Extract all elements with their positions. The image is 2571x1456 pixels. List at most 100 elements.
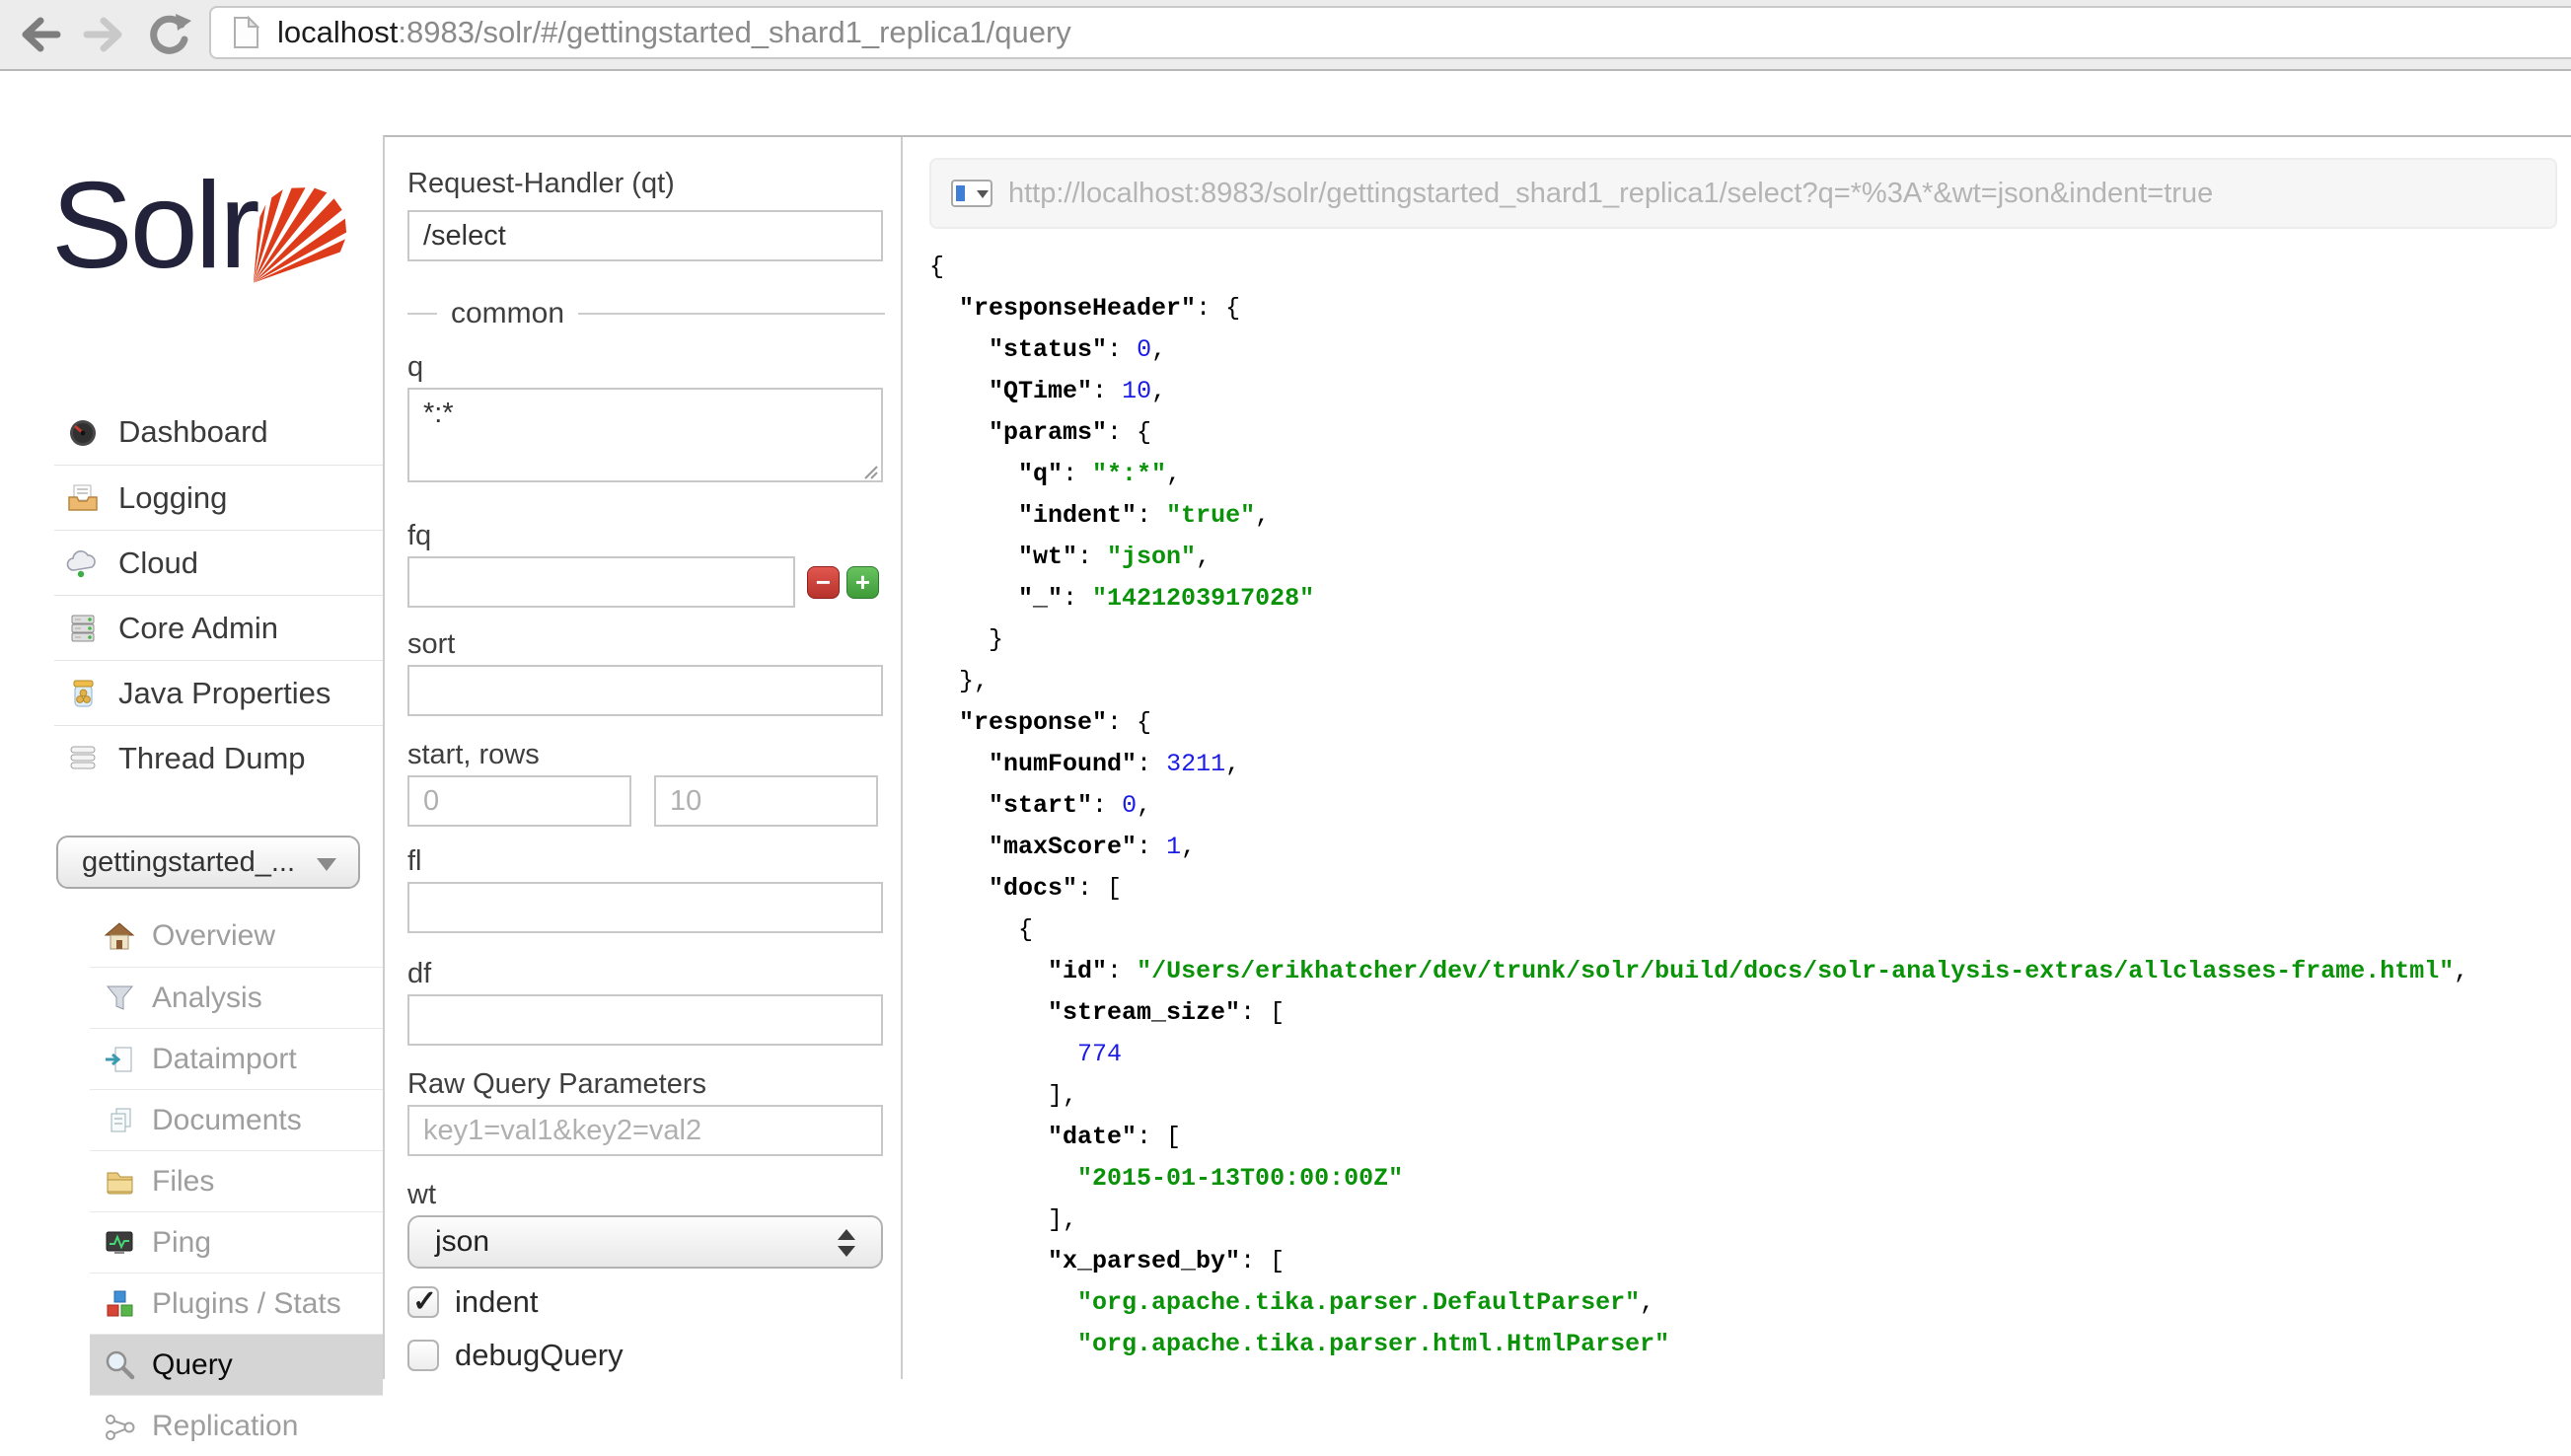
resize-grip-icon[interactable] bbox=[862, 464, 878, 479]
forward-icon[interactable] bbox=[81, 14, 128, 55]
sidebar-item-label: Dashboard bbox=[118, 414, 268, 450]
query-icon bbox=[104, 1349, 135, 1381]
debugquery-label: debugQuery bbox=[455, 1338, 624, 1373]
wt-label: wt bbox=[407, 1178, 885, 1211]
documents-icon bbox=[104, 1105, 135, 1136]
core-item-documents[interactable]: Documents bbox=[90, 1089, 383, 1150]
java-properties-icon bbox=[66, 677, 100, 710]
core-item-ping[interactable]: Ping bbox=[90, 1211, 383, 1273]
core-item-plugins-stats[interactable]: Plugins / Stats bbox=[90, 1273, 383, 1334]
sidebar-item-label: Core Admin bbox=[118, 611, 278, 646]
request-url-box: http://localhost:8983/solr/gettingstarte… bbox=[929, 158, 2557, 229]
sidebar-item-label: Cloud bbox=[118, 546, 198, 581]
core-item-files[interactable]: Files bbox=[90, 1150, 383, 1211]
refresh-icon[interactable] bbox=[144, 12, 193, 59]
page-icon bbox=[233, 16, 259, 49]
sidebar-item-label: Java Properties bbox=[118, 676, 331, 711]
solr-sunburst-icon bbox=[235, 187, 351, 292]
ping-icon bbox=[104, 1227, 135, 1259]
core-item-label: Analysis bbox=[152, 982, 262, 1015]
core-item-overview[interactable]: Overview bbox=[90, 906, 383, 967]
df-input[interactable] bbox=[407, 994, 883, 1046]
fq-input[interactable] bbox=[407, 556, 795, 608]
dashboard-icon bbox=[66, 415, 100, 449]
debug-row: debugQuery bbox=[407, 1338, 885, 1373]
sidebar-item-java-properties[interactable]: Java Properties bbox=[54, 660, 383, 725]
sidebar-item-cloud[interactable]: Cloud bbox=[54, 530, 383, 595]
back-icon[interactable] bbox=[16, 14, 63, 55]
query-form: Request-Handler (qt) common q *:* fq − +… bbox=[385, 137, 903, 1379]
core-item-label: Documents bbox=[152, 1104, 302, 1137]
wt-select-value: json bbox=[435, 1225, 489, 1259]
indent-row: indent bbox=[407, 1284, 885, 1320]
remove-fq-button[interactable]: − bbox=[807, 566, 840, 599]
wt-select[interactable]: json bbox=[407, 1215, 883, 1269]
request-url-link[interactable]: http://localhost:8983/solr/gettingstarte… bbox=[1008, 178, 2213, 210]
df-label: df bbox=[407, 957, 885, 990]
core-item-label: Ping bbox=[152, 1226, 211, 1260]
results-panel: http://localhost:8983/solr/gettingstarte… bbox=[903, 137, 2571, 1379]
analysis-icon bbox=[104, 983, 135, 1014]
core-selector-value: gettingstarted_... bbox=[82, 846, 295, 879]
fq-label: fq bbox=[407, 519, 885, 552]
logging-icon bbox=[66, 481, 100, 515]
common-section-label: common bbox=[451, 297, 564, 330]
cloud-icon bbox=[66, 546, 100, 580]
core-item-query[interactable]: Query bbox=[90, 1334, 383, 1395]
address-bar[interactable]: localhost:8983/solr/#/gettingstarted_sha… bbox=[209, 6, 2571, 59]
core-item-label: Overview bbox=[152, 919, 275, 953]
overview-icon bbox=[104, 920, 135, 952]
sidebar: Solr Dashboard Logging Cloud bbox=[0, 71, 383, 1379]
core-item-label: Plugins / Stats bbox=[152, 1287, 341, 1321]
plugins-stats-icon bbox=[104, 1288, 135, 1320]
q-label: q bbox=[407, 350, 885, 384]
files-icon bbox=[104, 1166, 135, 1198]
rows-input[interactable] bbox=[654, 775, 878, 827]
core-item-label: Query bbox=[152, 1348, 233, 1382]
sidebar-item-label: Logging bbox=[118, 480, 227, 516]
indent-label: indent bbox=[455, 1284, 538, 1320]
url-field-icon bbox=[951, 179, 992, 208]
core-item-analysis[interactable]: Analysis bbox=[90, 967, 383, 1028]
start-input[interactable] bbox=[407, 775, 631, 827]
core-item-label: Files bbox=[152, 1165, 214, 1199]
sidebar-item-logging[interactable]: Logging bbox=[54, 465, 383, 530]
sidebar-item-dashboard[interactable]: Dashboard bbox=[54, 400, 383, 465]
core-item-label: Dataimport bbox=[152, 1043, 297, 1076]
thread-dump-icon bbox=[66, 742, 100, 775]
fl-input[interactable] bbox=[407, 882, 883, 933]
select-arrows-icon bbox=[838, 1229, 855, 1257]
request-handler-label: Request-Handler (qt) bbox=[407, 167, 885, 200]
sort-label: sort bbox=[407, 627, 885, 661]
start-rows-label: start, rows bbox=[407, 738, 885, 771]
browser-toolbar: localhost:8983/solr/#/gettingstarted_sha… bbox=[0, 0, 2571, 71]
sidebar-item-label: Thread Dump bbox=[118, 741, 306, 776]
core-item-replication[interactable]: Replication bbox=[90, 1395, 383, 1456]
address-url: localhost:8983/solr/#/gettingstarted_sha… bbox=[277, 15, 1071, 50]
core-menu: Overview Analysis Dataimport Documents F… bbox=[90, 906, 383, 1456]
core-item-label: Replication bbox=[152, 1410, 298, 1443]
solr-logo: Solr bbox=[51, 128, 347, 355]
content-panel: Request-Handler (qt) common q *:* fq − +… bbox=[383, 135, 2571, 1379]
q-textarea[interactable]: *:* bbox=[407, 388, 883, 482]
replication-icon bbox=[104, 1411, 135, 1442]
debugquery-checkbox[interactable] bbox=[407, 1340, 439, 1371]
add-fq-button[interactable]: + bbox=[846, 566, 879, 599]
raw-query-input[interactable] bbox=[407, 1105, 883, 1156]
common-section-legend: common bbox=[407, 297, 885, 330]
core-admin-icon bbox=[66, 612, 100, 645]
core-item-dataimport[interactable]: Dataimport bbox=[90, 1028, 383, 1089]
sort-input[interactable] bbox=[407, 665, 883, 716]
fl-label: fl bbox=[407, 844, 885, 878]
indent-checkbox[interactable] bbox=[407, 1286, 439, 1318]
sidebar-item-core-admin[interactable]: Core Admin bbox=[54, 595, 383, 660]
sidebar-item-thread-dump[interactable]: Thread Dump bbox=[54, 725, 383, 790]
raw-query-label: Raw Query Parameters bbox=[407, 1067, 885, 1101]
dataimport-icon bbox=[104, 1044, 135, 1075]
core-selector[interactable]: gettingstarted_... bbox=[56, 836, 360, 889]
main-menu: Dashboard Logging Cloud Core Admin Java … bbox=[54, 400, 383, 790]
chevron-down-icon bbox=[317, 858, 336, 871]
solr-logo-text: Solr bbox=[51, 156, 257, 296]
json-response: { "responseHeader": { "status": 0, "QTim… bbox=[929, 247, 2557, 1365]
request-handler-input[interactable] bbox=[407, 210, 883, 261]
